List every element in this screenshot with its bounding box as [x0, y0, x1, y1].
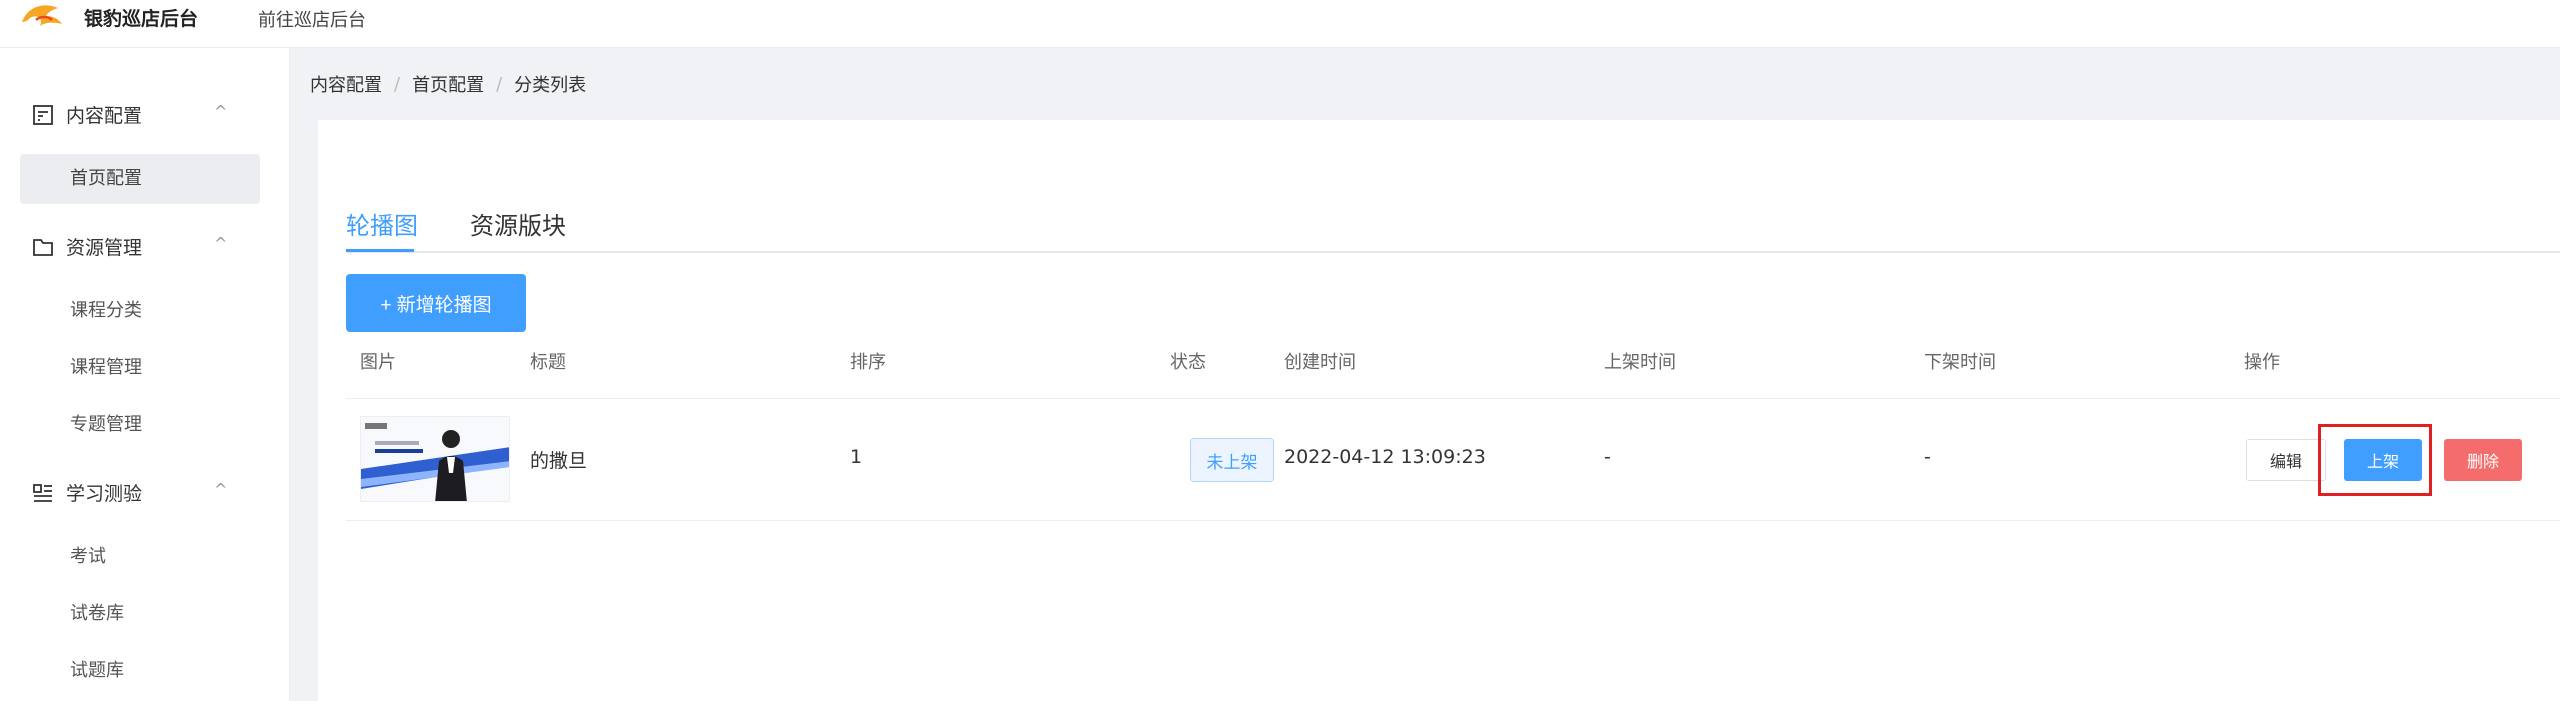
- breadcrumb: 内容配置 / 首页配置 / 分类列表: [310, 71, 586, 97]
- table-header-divider: [346, 398, 2560, 399]
- sidebar-group-learning-test[interactable]: 学习测验 ^: [0, 472, 290, 512]
- delete-button[interactable]: 删除: [2444, 439, 2522, 481]
- breadcrumb-separator: /: [394, 73, 401, 95]
- sidebar-item-topic-management[interactable]: 专题管理: [20, 400, 260, 450]
- tab-bar: 轮播图 资源版块: [318, 120, 2560, 254]
- tab-resource-section[interactable]: 资源版块: [470, 206, 566, 241]
- row-off-shelf-time: -: [1924, 446, 1931, 468]
- brand-title: 银豹巡店后台: [84, 8, 199, 30]
- goto-patrol-link[interactable]: 前往巡店后台: [258, 6, 366, 32]
- column-header-title: 标题: [530, 352, 566, 373]
- breadcrumb-separator: /: [496, 73, 503, 95]
- top-bar: 银豹巡店后台 前往巡店后台: [0, 0, 2560, 48]
- sidebar-group-label: 资源管理: [66, 237, 143, 259]
- folder-icon: [33, 239, 53, 256]
- add-carousel-button[interactable]: + 新增轮播图: [346, 274, 526, 332]
- column-header-off-shelf-time: 下架时间: [1924, 352, 1996, 373]
- tab-active-indicator: [346, 249, 414, 252]
- row-sort: 1: [850, 446, 863, 468]
- banner-image: [361, 417, 509, 501]
- column-header-on-shelf-time: 上架时间: [1604, 352, 1676, 373]
- row-on-shelf-time: -: [1604, 446, 1611, 468]
- sidebar-item-course-category[interactable]: 课程分类: [20, 286, 260, 336]
- column-header-sort: 排序: [850, 352, 886, 373]
- sidebar-group-label: 内容配置: [66, 105, 143, 127]
- sidebar-item-home-config[interactable]: 首页配置: [20, 154, 260, 204]
- table-row-divider: [346, 520, 2560, 521]
- content-card: 轮播图 资源版块 + 新增轮播图 图片 标题 排序 状态 创建时间 上架时间 下…: [318, 120, 2560, 701]
- chevron-up-icon: ^: [214, 102, 228, 121]
- breadcrumb-item[interactable]: 首页配置: [412, 71, 484, 97]
- highlight-box: [2318, 424, 2432, 496]
- sidebar: 内容配置 ^ 首页配置 资源管理 ^ 课程分类 课程管理 专题管理 学习测验 ^…: [0, 48, 290, 701]
- sidebar-item-course-management[interactable]: 课程管理: [20, 343, 260, 393]
- row-created-time: 2022-04-12 13:09:23: [1284, 446, 1486, 468]
- main-content: 内容配置 / 首页配置 / 分类列表 轮播图 资源版块 + 新增轮播图 图片 标…: [290, 48, 2560, 701]
- breadcrumb-item-current: 分类列表: [514, 75, 587, 96]
- sidebar-group-label: 学习测验: [66, 483, 143, 505]
- list-icon: [33, 484, 52, 502]
- chevron-up-icon: ^: [214, 480, 228, 499]
- breadcrumb-item[interactable]: 内容配置: [310, 71, 382, 97]
- status-badge: 未上架: [1190, 438, 1274, 482]
- column-header-image: 图片: [360, 352, 396, 373]
- sidebar-group-content-config[interactable]: 内容配置 ^: [0, 94, 290, 134]
- chevron-up-icon: ^: [214, 234, 228, 253]
- edit-button[interactable]: 编辑: [2246, 439, 2326, 481]
- leopard-logo-icon: [22, 5, 62, 26]
- column-header-created-time: 创建时间: [1284, 352, 1356, 373]
- sidebar-item-exam[interactable]: 考试: [20, 532, 260, 582]
- column-header-status: 状态: [1170, 352, 1206, 373]
- sidebar-group-resource-management[interactable]: 资源管理 ^: [0, 226, 290, 266]
- sidebar-item-paper-bank[interactable]: 试卷库: [20, 589, 260, 639]
- tab-carousel[interactable]: 轮播图: [346, 206, 418, 241]
- row-title: 的撒旦: [530, 450, 588, 472]
- tab-divider: [346, 251, 2560, 253]
- banner-thumbnail: [360, 416, 510, 502]
- column-header-actions: 操作: [2244, 352, 2280, 373]
- document-icon: [33, 105, 53, 125]
- sidebar-item-question-bank[interactable]: 试题库: [20, 646, 260, 696]
